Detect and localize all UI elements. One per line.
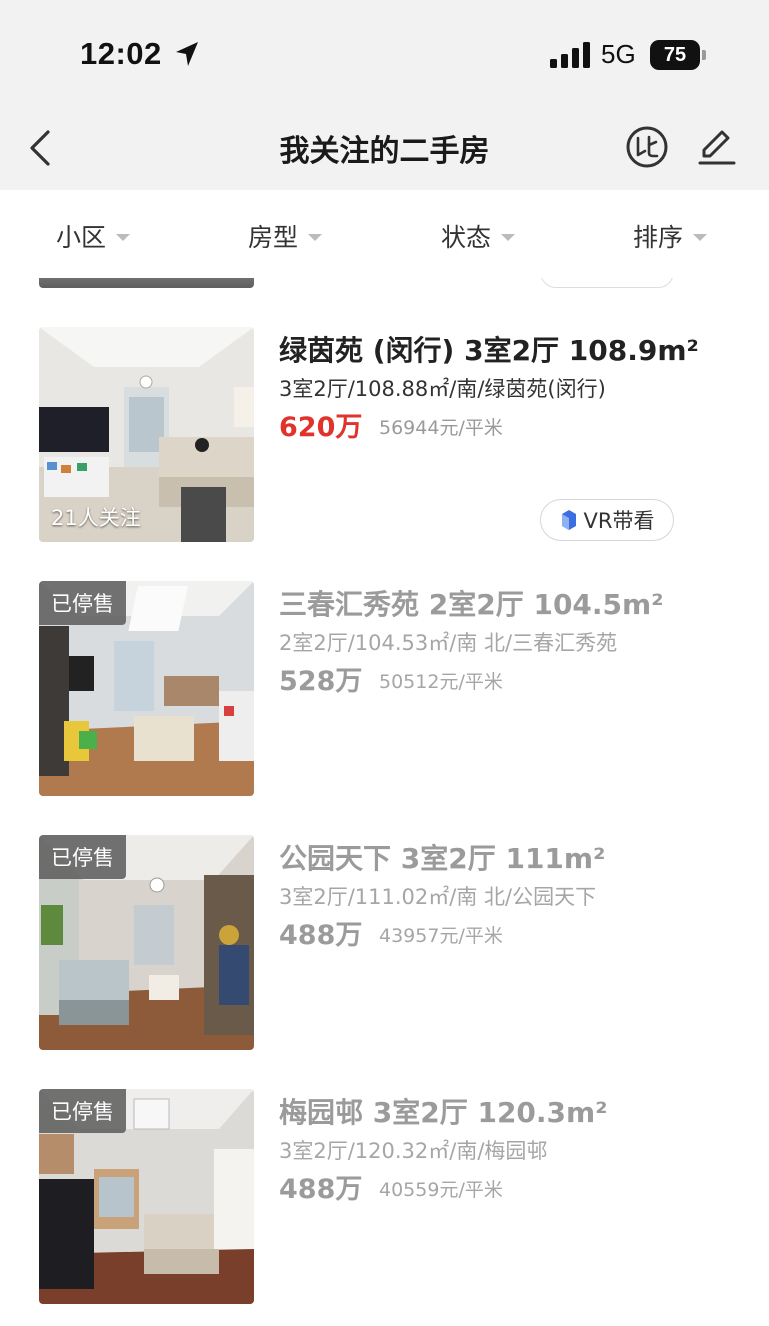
listing-photo[interactable]: 已停售 [39, 1089, 254, 1304]
vr-tour-button[interactable]: VR带看 [540, 499, 674, 541]
follow-count: 21人关注 [51, 506, 141, 530]
listing-title: 绿茵苑 (闵行) 3室2厅 108.9m² [279, 334, 699, 367]
vr-icon [561, 510, 576, 530]
status-bar: 12:02 5G 75 [0, 0, 769, 106]
signal-bars-icon [550, 42, 590, 68]
listing-unit-price: 50512元/平米 [379, 671, 503, 693]
listing-title: 公园天下 3室2厅 111m² [279, 842, 606, 875]
listing-photo[interactable]: 21人关注 [39, 327, 254, 542]
filter-bar: 小区 房型 状态 排序 [0, 190, 769, 278]
battery-tip [702, 50, 706, 60]
listing-unit-price: 43957元/平米 [379, 925, 503, 947]
listing-card[interactable]: 已停售 三春汇秀苑 2室2厅 104.5m² 2室2厅/104.53㎡/南 北/… [0, 581, 769, 797]
caret-down-icon [116, 234, 131, 241]
filter-label: 排序 [633, 223, 684, 252]
caret-down-icon [308, 234, 323, 241]
filter-status[interactable]: 状态 [441, 218, 516, 254]
listing-unit-price: 40559元/平米 [379, 1179, 503, 1201]
listing-photo[interactable]: 已停售 [39, 581, 254, 796]
listing-price: 488万 [279, 1174, 363, 1205]
edit-pencil-icon[interactable] [696, 126, 738, 168]
app-root: 12:02 5G 75 我关注的二手房 小区 房型 状态 排序 21人关注 绿茵… [0, 0, 769, 1326]
status-time: 12:02 [80, 36, 162, 71]
listing-card[interactable]: 已停售 梅园邨 3室2厅 120.3m² 3室2厅/120.32㎡/南/梅园邨 … [0, 1089, 769, 1305]
stopped-badge: 已停售 [39, 581, 126, 625]
nav-bar: 我关注的二手房 [0, 106, 769, 190]
listing-price: 488万 [279, 920, 363, 951]
compare-icon[interactable] [624, 124, 670, 170]
listing-price: 620万 [279, 412, 363, 443]
filter-label: 状态 [441, 223, 492, 252]
listing-unit-price: 56944元/平米 [379, 417, 503, 439]
listing-title: 梅园邨 3室2厅 120.3m² [279, 1096, 608, 1129]
network-type: 5G [601, 39, 636, 69]
battery-level: 75 [650, 40, 700, 70]
listing-details: 3室2厅/120.32㎡/南/梅园邨 [279, 1139, 548, 1163]
listing-list[interactable]: 21人关注 绿茵苑 (闵行) 3室2厅 108.9m² 3室2厅/108.88㎡… [0, 278, 769, 1326]
listing-card[interactable]: 已停售 公园天下 3室2厅 111m² 3室2厅/111.02㎡/南 北/公园天… [0, 835, 769, 1051]
filter-label: 房型 [248, 223, 299, 252]
filter-label: 小区 [56, 223, 107, 252]
listing-photo[interactable]: 已停售 [39, 835, 254, 1050]
vr-label: VR带看 [583, 509, 655, 533]
listing-details: 3室2厅/111.02㎡/南 北/公园天下 [279, 885, 597, 909]
caret-down-icon [501, 234, 516, 241]
listing-price: 528万 [279, 666, 363, 697]
listing-details: 2室2厅/104.53㎡/南 北/三春汇秀苑 [279, 631, 618, 655]
caret-down-icon [693, 234, 708, 241]
listing-title: 三春汇秀苑 2室2厅 104.5m² [279, 588, 664, 621]
location-arrow-icon [176, 42, 198, 66]
previous-listing-image[interactable] [39, 278, 254, 288]
filter-layout[interactable]: 房型 [248, 218, 323, 254]
stopped-badge: 已停售 [39, 835, 126, 879]
previous-listing-pill[interactable] [540, 278, 674, 288]
filter-sort[interactable]: 排序 [633, 218, 708, 254]
filter-community[interactable]: 小区 [56, 218, 131, 254]
listing-details: 3室2厅/108.88㎡/南/绿茵苑(闵行) [279, 377, 606, 401]
battery-icon: 75 [650, 40, 706, 70]
listing-card[interactable]: 21人关注 绿茵苑 (闵行) 3室2厅 108.9m² 3室2厅/108.88㎡… [0, 327, 769, 543]
stopped-badge: 已停售 [39, 1089, 126, 1133]
